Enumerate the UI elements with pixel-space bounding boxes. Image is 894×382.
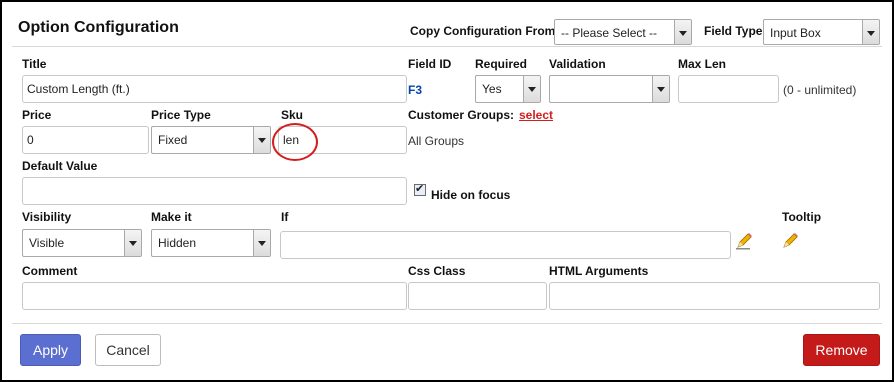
chevron-down-icon: [253, 230, 270, 256]
annotation-circle: [272, 123, 318, 161]
visibility-select[interactable]: Visible: [22, 229, 142, 257]
chevron-down-icon: [523, 76, 540, 102]
max-len-hint: (0 - unlimited): [783, 83, 857, 97]
option-configuration-dialog: Option Configuration Copy Configuration …: [0, 0, 894, 382]
header-divider: [12, 46, 882, 47]
css-class-label: Css Class: [408, 264, 466, 278]
css-class-input[interactable]: [408, 282, 547, 310]
html-arguments-label: HTML Arguments: [549, 264, 649, 278]
make-it-select[interactable]: Hidden: [151, 229, 271, 257]
required-select[interactable]: Yes: [475, 75, 541, 103]
chevron-down-icon: [253, 127, 270, 153]
copy-configuration-value: -- Please Select --: [561, 26, 658, 40]
price-type-label: Price Type: [151, 108, 211, 122]
hide-on-focus-checkbox[interactable]: [414, 182, 426, 196]
max-len-label: Max Len: [678, 57, 727, 71]
pencil-icon[interactable]: [781, 232, 799, 250]
customer-groups-value: All Groups: [408, 134, 465, 148]
html-arguments-input[interactable]: [549, 282, 880, 310]
title-input[interactable]: Custom Length (ft.): [22, 75, 407, 103]
sku-label: Sku: [281, 108, 304, 122]
field-id-label: Field ID: [408, 57, 452, 71]
if-input[interactable]: [280, 231, 731, 259]
copy-configuration-label: Copy Configuration From:: [410, 24, 560, 38]
pencil-icon[interactable]: [735, 232, 753, 250]
field-type-label: Field Type:: [704, 24, 767, 38]
chevron-down-icon: [674, 20, 691, 44]
price-label: Price: [22, 108, 52, 122]
remove-button[interactable]: Remove: [803, 334, 880, 366]
customer-groups-label: Customer Groups:: [408, 108, 515, 122]
chevron-down-icon: [862, 20, 879, 44]
title-label: Title: [22, 57, 47, 71]
default-value-label: Default Value: [22, 159, 98, 173]
field-type-value: Input Box: [770, 26, 821, 40]
customer-groups-select-link[interactable]: select: [519, 108, 553, 122]
validation-label: Validation: [549, 57, 606, 71]
chevron-down-icon: [124, 230, 141, 256]
price-type-value: Fixed: [158, 133, 188, 147]
dialog-title: Option Configuration: [18, 19, 179, 36]
cancel-button[interactable]: Cancel: [95, 334, 161, 366]
validation-select[interactable]: [549, 75, 670, 103]
visibility-value: Visible: [29, 236, 65, 250]
make-it-label: Make it: [151, 210, 192, 224]
chevron-down-icon: [652, 76, 669, 102]
comment-label: Comment: [22, 264, 78, 278]
price-input[interactable]: 0: [22, 126, 149, 154]
comment-input[interactable]: [22, 282, 407, 310]
visibility-label: Visibility: [22, 210, 72, 224]
max-len-input[interactable]: [678, 75, 779, 103]
make-it-value: Hidden: [158, 236, 197, 250]
if-label: If: [281, 210, 289, 224]
hide-on-focus-label: Hide on focus: [431, 188, 511, 202]
field-type-select[interactable]: Input Box: [763, 19, 880, 45]
footer-divider: [12, 323, 882, 324]
field-id-value: F3: [408, 83, 423, 97]
copy-configuration-select[interactable]: -- Please Select --: [554, 19, 692, 45]
default-value-input[interactable]: [22, 177, 407, 205]
tooltip-label: Tooltip: [782, 210, 822, 224]
apply-button[interactable]: Apply: [20, 334, 81, 366]
price-type-select[interactable]: Fixed: [151, 126, 271, 154]
required-label: Required: [475, 57, 528, 71]
required-value: Yes: [482, 82, 502, 96]
